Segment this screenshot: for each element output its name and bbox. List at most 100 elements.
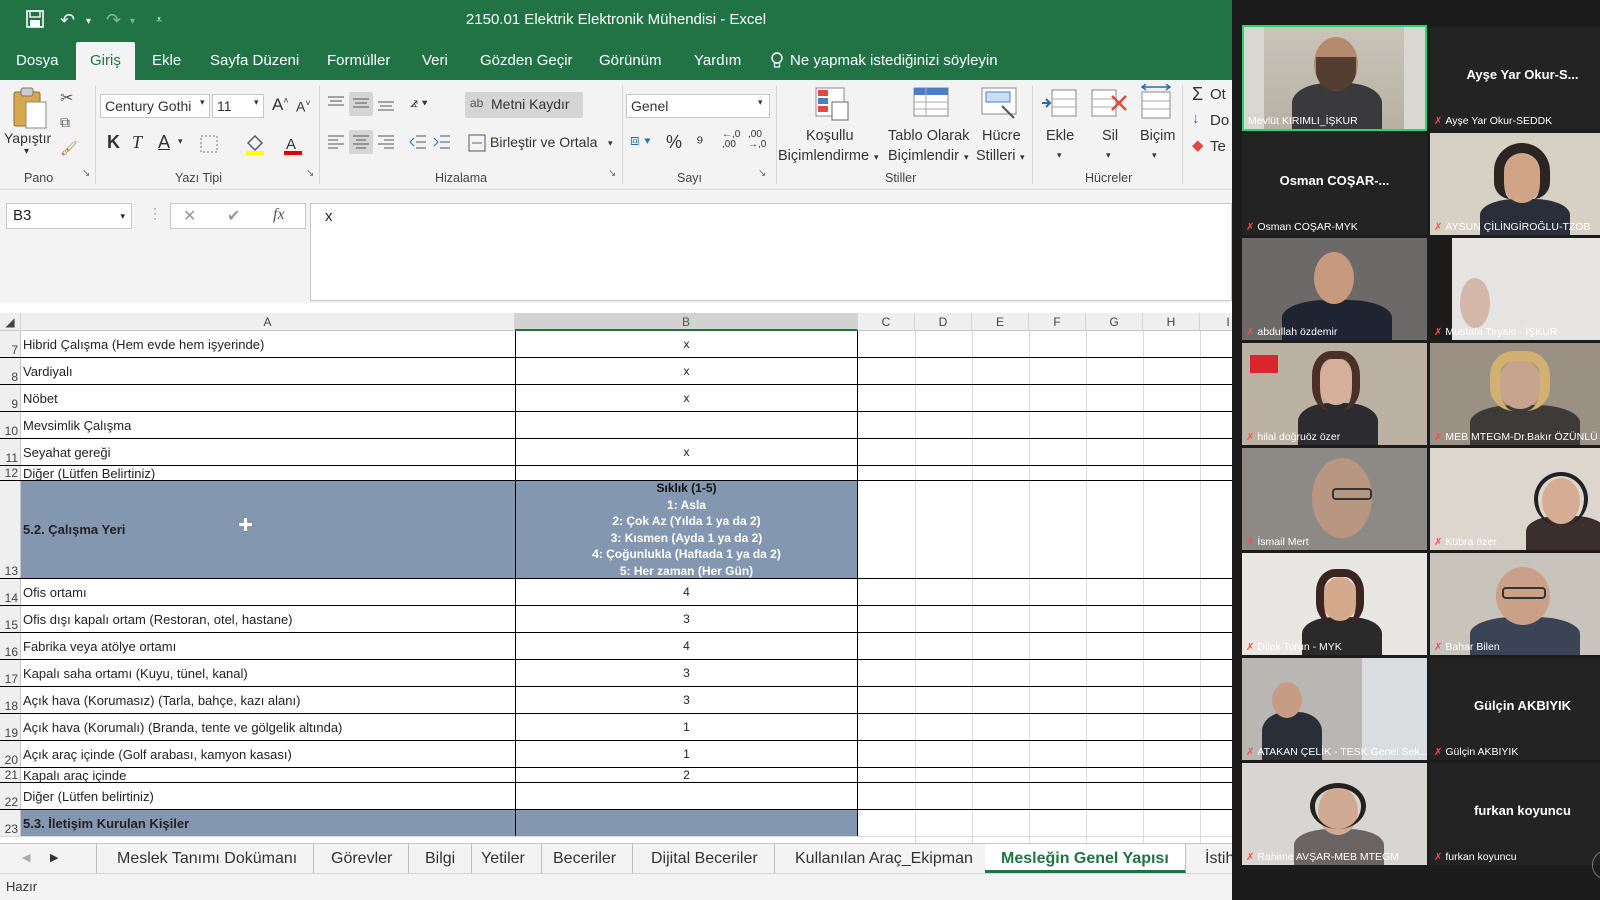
comma-button[interactable]: ⁹ — [696, 132, 704, 153]
bold-button[interactable]: K — [107, 132, 120, 153]
cell-styles-icon[interactable] — [980, 86, 1020, 127]
row-number[interactable]: 17 — [0, 660, 21, 686]
insert-cells-button[interactable]: Ekle — [1046, 128, 1074, 144]
name-box-dropdown-icon[interactable]: ▾ — [120, 204, 125, 228]
font-name-dropdown-icon[interactable]: ▾ — [200, 97, 205, 108]
row-number[interactable]: 14 — [0, 579, 21, 605]
wrap-text-icon[interactable]: ab — [470, 96, 483, 110]
cell-a[interactable]: Kapalı saha ortamı (Kuyu, tünel, kanal) — [21, 660, 515, 686]
cell-a[interactable]: Diğer (Lütfen belirtiniz) — [21, 783, 515, 809]
italic-button[interactable]: T — [132, 132, 142, 153]
participant-tile[interactable]: Ayşe Yar Okur-S... ✗ Ayşe Yar Okur-SEDDK — [1430, 27, 1600, 129]
participant-tile[interactable]: ✗ AYSUN ÇİLİNGİROĞLU-TZOB — [1430, 133, 1600, 235]
participant-tile[interactable]: Gülçin AKBIYIK ✗ Gülçin AKBIYIK — [1430, 658, 1600, 760]
cell-a[interactable]: Ofis ortamı — [21, 579, 515, 605]
cell-b[interactable]: 4 — [515, 579, 858, 605]
cell-styles-label-1[interactable]: Hücre — [982, 128, 1021, 144]
merge-dropdown-icon[interactable]: ▾ — [608, 138, 613, 149]
sheet-tab[interactable]: Dijital Beceriler — [635, 844, 775, 873]
row-number[interactable]: 15 — [0, 606, 21, 632]
cell-b[interactable]: 2 — [515, 768, 858, 782]
section-title-cell[interactable]: 5.3. İletişim Kurulan Kişiler — [21, 810, 515, 836]
participant-tile[interactable]: ✗ MEB MTEGM-Dr.Bakır ÖZÜNLÜ — [1430, 343, 1600, 445]
participant-tile[interactable]: ✗ İsmail Mert — [1242, 448, 1427, 550]
sheet-tab[interactable]: Beceriler — [537, 844, 634, 873]
tab-page-layout[interactable]: Sayfa Düzeni — [210, 42, 299, 80]
font-name-select[interactable]: Century Gothi — [100, 94, 210, 118]
insert-function-button[interactable]: fx — [273, 206, 285, 224]
enter-icon[interactable]: ✔ — [227, 206, 240, 226]
align-bottom-icon[interactable] — [376, 94, 396, 117]
conditional-formatting-dropdown-icon[interactable]: ▾ — [874, 152, 879, 163]
delete-dropdown-icon[interactable]: ▾ — [1106, 150, 1111, 161]
cell-b[interactable]: 3 — [515, 687, 858, 713]
format-as-table-label-2[interactable]: Biçimlendir — [888, 148, 959, 164]
sheet-tab[interactable]: Bilgi — [409, 844, 473, 873]
scroll-tabs-left-icon[interactable]: ◀ — [22, 851, 30, 864]
tab-review[interactable]: Gözden Geçir — [480, 42, 573, 80]
autosum-button[interactable]: Ot — [1210, 86, 1226, 103]
participant-tile[interactable]: Mevlüt KIRIMLI_İŞKUR — [1242, 25, 1427, 131]
row-number[interactable]: 23 — [0, 810, 21, 836]
row-number[interactable]: 12 — [0, 466, 21, 480]
name-box[interactable]: B3 ▾ — [6, 203, 132, 229]
sheet-tab[interactable]: Yetiler — [465, 844, 542, 873]
decrease-decimal-button[interactable]: ,00 →,0 — [748, 130, 770, 150]
cell-b[interactable]: 1 — [515, 741, 858, 767]
underline-dropdown-icon[interactable]: ▾ — [178, 136, 183, 147]
column-header-a[interactable]: A — [21, 313, 515, 331]
cut-icon[interactable]: ✂ — [60, 88, 73, 108]
sheet-tab[interactable]: Meslek Tanımı Dokümanı — [101, 844, 315, 873]
participant-tile[interactable]: ✗ Rahime AVŞAR-MEB MTEGM — [1242, 763, 1427, 865]
font-color-icon[interactable]: A — [282, 134, 304, 161]
sheet-tab[interactable]: Kullanılan Araç_Ekipman — [779, 844, 990, 873]
clipboard-launcher-icon[interactable]: ↘ — [82, 168, 90, 179]
cell-a[interactable]: Mevsimlik Çalışma — [21, 412, 515, 438]
merge-center-icon[interactable] — [468, 134, 486, 157]
cell-styles-label-2[interactable]: Stilleri — [976, 148, 1015, 164]
conditional-formatting-icon[interactable] — [814, 86, 850, 127]
cell-a[interactable]: Hibrid Çalışma (Hem evde hem işyerinde) — [21, 331, 515, 357]
row-number[interactable]: 9 — [0, 385, 21, 411]
tab-data[interactable]: Veri — [422, 42, 448, 80]
format-as-table-icon[interactable] — [912, 86, 952, 127]
cell-b[interactable]: x — [515, 331, 858, 357]
row-number[interactable]: 21 — [0, 768, 21, 782]
tell-me-search[interactable]: Ne yapmak istediğinizi söyleyin — [790, 42, 998, 80]
insert-cells-icon[interactable] — [1040, 86, 1078, 127]
font-size-dropdown-icon[interactable]: ▾ — [254, 97, 259, 108]
format-cells-icon[interactable] — [1138, 83, 1176, 127]
cell-b[interactable]: 3 — [515, 606, 858, 632]
number-format-select[interactable]: Genel — [626, 94, 770, 118]
row-number[interactable]: 19 — [0, 714, 21, 740]
cell-a[interactable]: Diğer (Lütfen Belirtiniz) — [21, 466, 515, 480]
clear-button[interactable]: Te — [1210, 138, 1226, 155]
scroll-tabs-right-icon[interactable]: ▶ — [50, 851, 58, 864]
merge-center-button[interactable]: Birleştir ve Ortala — [490, 134, 597, 150]
column-header-b[interactable]: B — [515, 313, 858, 331]
participant-tile[interactable]: ✗ hilal doğruöz özer — [1242, 343, 1427, 445]
cell-a[interactable]: Ofis dışı kapalı ortam (Restoran, otel, … — [21, 606, 515, 632]
cell-a[interactable]: Fabrika veya atölye ortamı — [21, 633, 515, 659]
sheet-tab[interactable]: Görevler — [315, 844, 410, 873]
clear-icon[interactable]: ◆ — [1192, 136, 1204, 154]
cell-b[interactable]: 4 — [515, 633, 858, 659]
sheet-tab[interactable]: İstih — [1189, 844, 1232, 873]
wrap-text-button[interactable]: Metni Kaydır — [491, 96, 570, 112]
participant-tile[interactable]: ✗ Dilek Torun - MYK — [1242, 553, 1427, 655]
participant-tile[interactable]: ✗ Mustafa Tiryaki - İŞKUR — [1430, 238, 1600, 340]
row-number[interactable]: 13 — [0, 481, 21, 578]
copy-icon[interactable]: ⧉ — [60, 114, 70, 131]
paste-button[interactable]: Yapıştır — [4, 130, 51, 146]
format-dropdown-icon[interactable]: ▾ — [1152, 150, 1157, 161]
column-header-i[interactable]: I — [1200, 313, 1232, 331]
cell-a[interactable]: Açık araç içinde (Golf arabası, kamyon k… — [21, 741, 515, 767]
section-title-cell[interactable]: 5.2. Çalışma Yeri — [21, 481, 515, 578]
align-left-icon[interactable] — [326, 132, 346, 157]
cancel-icon[interactable]: ✕ — [183, 206, 196, 226]
tab-formulas[interactable]: Formüller — [327, 42, 390, 80]
align-middle-icon[interactable] — [351, 94, 371, 117]
delete-cells-button[interactable]: Sil — [1102, 128, 1118, 144]
row-number[interactable]: 16 — [0, 633, 21, 659]
participant-tile[interactable]: Osman COŞAR-... ✗ Osman COŞAR-MYK — [1242, 133, 1427, 235]
